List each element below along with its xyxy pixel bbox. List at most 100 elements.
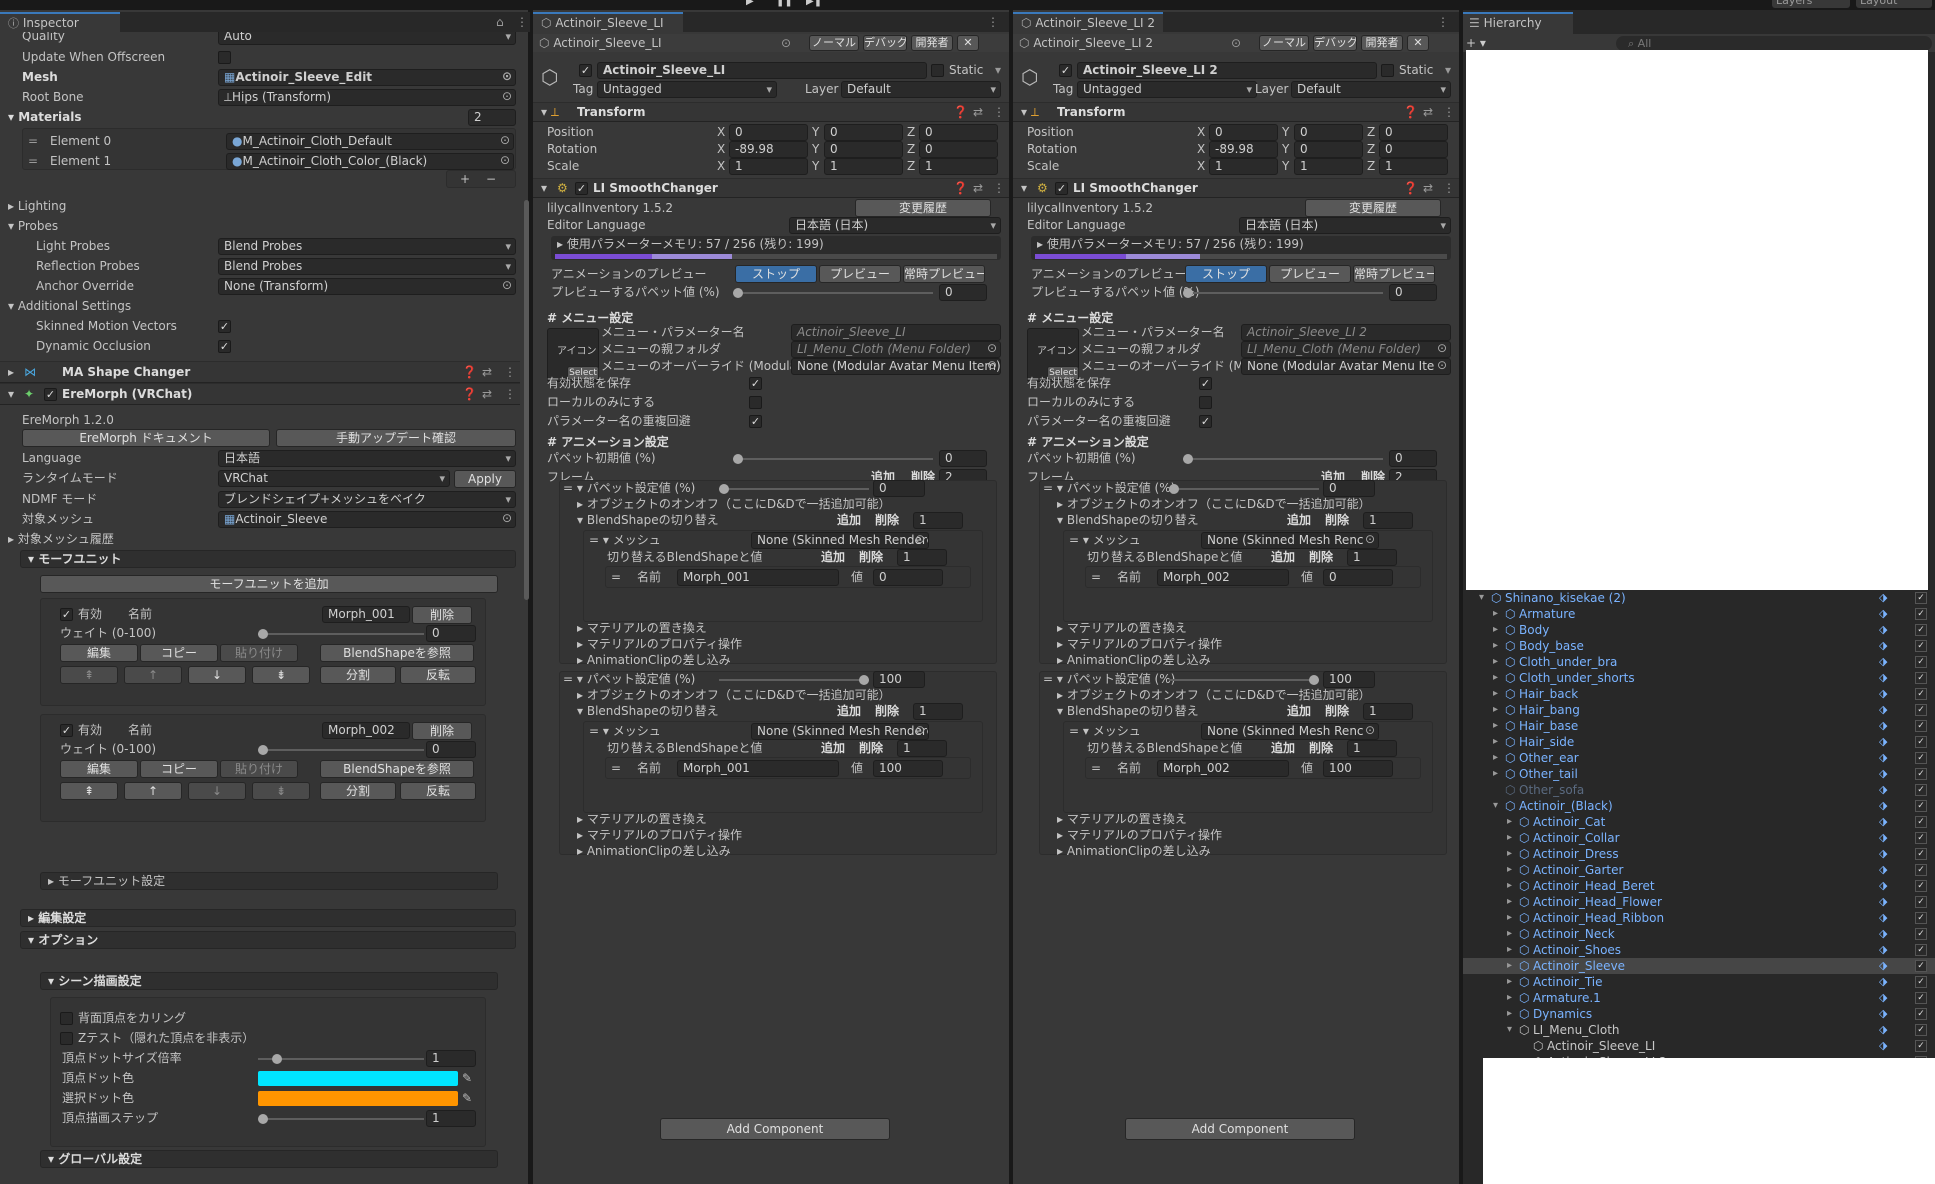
draw-step-slider[interactable] [258, 1114, 424, 1124]
draw-step-field[interactable]: 1 [426, 1110, 476, 1127]
expand-arrow-icon[interactable]: ▸ [1493, 622, 1498, 638]
hierarchy-row[interactable]: ▸ ⬡ Hair_side ✓ ⬗ [1463, 734, 1935, 750]
frame-value-field[interactable]: 100 [873, 671, 925, 688]
switch-delete-button[interactable]: 削除 [1309, 549, 1333, 565]
layer-dropdown[interactable]: Default [1291, 81, 1451, 98]
expand-arrow-icon[interactable]: ▸ [1507, 926, 1512, 942]
slider-knob[interactable] [1169, 484, 1179, 494]
slider-knob[interactable] [859, 675, 869, 685]
language-dropdown[interactable]: 日本語 [218, 450, 516, 467]
split-button[interactable]: 分割 [320, 782, 396, 800]
ndmf-mode-dropdown[interactable]: ブレンドシェイプ+メッシュをベイク [218, 491, 516, 508]
tag-dropdown[interactable]: Untagged [1077, 81, 1257, 98]
material-property-foldout[interactable]: ▸ マテリアルのプロパティ操作 [577, 636, 742, 652]
chevron-down-icon[interactable]: ▾ [995, 62, 1001, 78]
materials-foldout[interactable]: ▾ Materials [8, 109, 82, 125]
slider-knob[interactable] [272, 1054, 282, 1064]
blendshape-add-button[interactable]: 追加 [837, 512, 861, 528]
editor-language-dropdown[interactable]: 日本語 (日本) [789, 217, 1001, 234]
options-foldout[interactable]: ▾ オプション [28, 932, 98, 948]
slider-knob[interactable] [1183, 288, 1193, 298]
blendshape-mesh-field[interactable]: None (Skinned Mesh Renderer) [751, 723, 929, 740]
menu-override-field[interactable]: None (Modular Avatar Menu Ite [1241, 358, 1451, 375]
expand-arrow-icon[interactable]: ▸ [1507, 942, 1512, 958]
expand-arrow-icon[interactable]: ▸ [1493, 686, 1498, 702]
onoff-foldout[interactable]: ▸ オブジェクトのオンオフ（ここにD&Dで一括追加可能） [1057, 687, 1371, 703]
hierarchy-row[interactable]: ▸ ⬡ Actinoir_Head_Beret ✓ ⬗ [1463, 878, 1935, 894]
active-toggle-checkbox[interactable]: ✓ [1915, 688, 1927, 700]
mesh-foldout[interactable]: = ▾ メッシュ [1069, 723, 1141, 739]
static-checkbox[interactable] [1381, 64, 1394, 77]
hierarchy-row[interactable]: ▸ ⬡ Actinoir_Sleeve ✓ ⬗ [1463, 958, 1935, 974]
animation-clip-foldout[interactable]: ▸ AnimationClipの差し込み [1057, 652, 1211, 668]
rot-y-field[interactable]: 0 [824, 141, 903, 158]
hierarchy-row[interactable]: ▸ ⬡ Actinoir_Head_Flower ✓ ⬗ [1463, 894, 1935, 910]
component-menu-icon[interactable]: ⋮ [1443, 104, 1455, 120]
frame-value-slider[interactable] [1169, 675, 1319, 685]
unit-enabled-checkbox[interactable]: ✓ [60, 608, 73, 621]
rot-y-field[interactable]: 0 [1294, 141, 1363, 158]
active-checkbox[interactable]: ✓ [1059, 64, 1072, 77]
quality-dropdown[interactable]: Auto [218, 32, 516, 45]
unit-enabled-checkbox[interactable]: ✓ [60, 724, 73, 737]
mesh-foldout[interactable]: = ▾ メッシュ [1069, 532, 1141, 548]
layers-dropdown[interactable]: Layers [1772, 0, 1850, 8]
material-property-foldout[interactable]: ▸ マテリアルのプロパティ操作 [577, 827, 742, 843]
rot-z-field[interactable]: 0 [1379, 141, 1448, 158]
hierarchy-row[interactable]: ▸ ⬡ Other_tail ✓ ⬗ [1463, 766, 1935, 782]
scale-y-field[interactable]: 1 [824, 158, 903, 175]
select-color-swatch[interactable] [258, 1091, 458, 1106]
parent-folder-field[interactable]: LI_Menu_Cloth (Menu Folder) [791, 341, 1001, 358]
component-menu-icon[interactable]: ⋮ [504, 364, 516, 380]
blendshape-name-field[interactable]: Morph_001 [677, 569, 839, 586]
move-bottom-button[interactable]: ⇟ [252, 666, 310, 684]
active-toggle-checkbox[interactable]: ✓ [1915, 608, 1927, 620]
scale-z-field[interactable]: 1 [1379, 158, 1448, 175]
frame-value-field[interactable]: 0 [1323, 480, 1375, 497]
menu-icon[interactable]: ⋮ [1437, 14, 1449, 30]
active-toggle-checkbox[interactable]: ✓ [1915, 672, 1927, 684]
blendshape-delete-button[interactable]: 削除 [1325, 703, 1349, 719]
preview-button[interactable]: プレビュー [819, 265, 901, 283]
material-replace-foldout[interactable]: ▸ マテリアルの置き換え [1057, 620, 1187, 636]
locked-inspector-tab[interactable]: ⬡ Actinoir_Sleeve_LI 2 [1013, 12, 1163, 34]
hierarchy-row[interactable]: ▸ ⬡ Dynamics ✓ ⬗ [1463, 1006, 1935, 1022]
step-button[interactable]: ▶❚ [806, 0, 822, 7]
active-toggle-checkbox[interactable]: ✓ [1915, 864, 1927, 876]
lock-icon[interactable]: ⊙ [781, 35, 791, 51]
scene-draw-foldout[interactable]: ▾ シーン描画設定 [48, 973, 142, 989]
rot-x-field[interactable]: -89.98 [729, 141, 808, 158]
stop-button[interactable]: ストップ [735, 265, 817, 283]
expand-arrow-icon[interactable]: ▸ [1493, 638, 1498, 654]
debug-mode-button[interactable]: デバッグ [863, 35, 907, 51]
hierarchy-row[interactable]: ▸ ⬡ Other_ear ✓ ⬗ [1463, 750, 1935, 766]
material-property-foldout[interactable]: ▸ マテリアルのプロパティ操作 [1057, 636, 1222, 652]
update-offscreen-checkbox[interactable] [218, 51, 231, 64]
weight-field[interactable]: 0 [426, 625, 476, 642]
component-menu-icon[interactable]: ⋮ [993, 104, 1005, 120]
help-icon[interactable]: ❓ [1403, 180, 1418, 196]
blendshape-count-field[interactable]: 1 [913, 512, 963, 529]
active-toggle-checkbox[interactable]: ✓ [1915, 1040, 1927, 1052]
backface-checkbox[interactable] [60, 1012, 73, 1025]
preset-icon[interactable]: ⇄ [973, 104, 983, 120]
active-toggle-checkbox[interactable]: ✓ [1915, 944, 1927, 956]
component-menu-icon[interactable]: ⋮ [504, 386, 516, 402]
expand-arrow-icon[interactable]: ▸ [1507, 974, 1512, 990]
foldout-arrow-icon[interactable]: ▾ [8, 386, 14, 402]
expand-arrow-icon[interactable]: ▸ [1507, 862, 1512, 878]
manual-update-button[interactable]: 手動アップデート確認 [276, 429, 516, 447]
runtime-mode-dropdown[interactable]: VRChat [218, 470, 450, 487]
scale-z-field[interactable]: 1 [919, 158, 998, 175]
blendshape-name-field[interactable]: Morph_001 [677, 760, 839, 777]
animation-clip-foldout[interactable]: ▸ AnimationClipの差し込み [1057, 843, 1211, 859]
pos-y-field[interactable]: 0 [1294, 124, 1363, 141]
expand-arrow-icon[interactable]: ▾ [1493, 798, 1498, 814]
developer-mode-button[interactable]: 開発者 [911, 35, 953, 51]
unit-name-field[interactable]: Morph_002 [322, 722, 410, 739]
skinned-motion-checkbox[interactable]: ✓ [218, 320, 231, 333]
blendshape-value-field[interactable]: 100 [1323, 760, 1393, 777]
drag-handle-icon[interactable]: = [611, 569, 621, 585]
blendshape-mesh-field[interactable]: None (Skinned Mesh Renc [1201, 723, 1379, 740]
anchor-override-field[interactable]: None (Transform) [218, 278, 516, 295]
